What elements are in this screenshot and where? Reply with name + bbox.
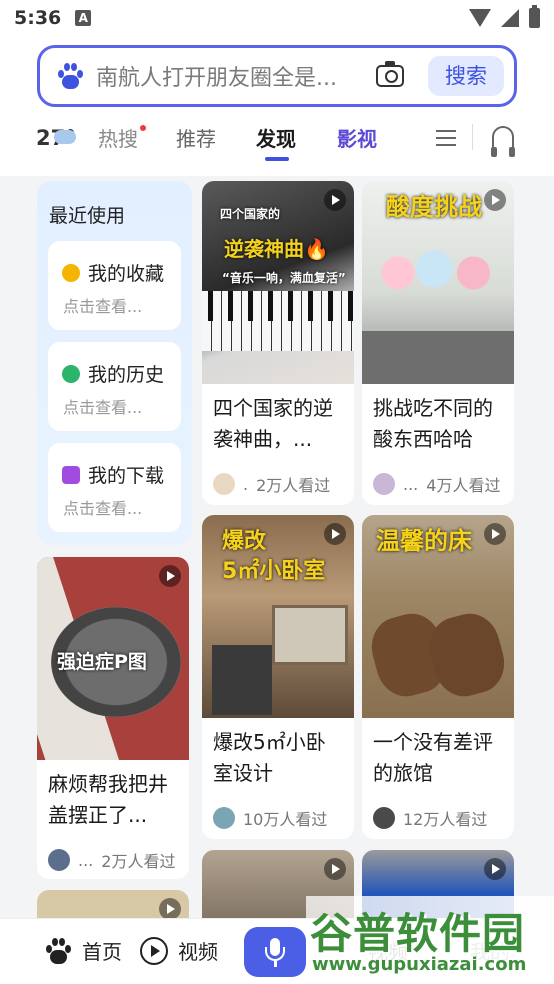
avatar — [213, 807, 235, 829]
nav-video-label: 视频 — [178, 940, 218, 964]
tab-recommend[interactable]: 推荐 — [176, 123, 216, 152]
wifi-icon — [469, 9, 491, 27]
battery-icon — [529, 5, 540, 28]
card-title: 爆改5㎡小卧室设计 — [213, 730, 326, 785]
download-icon — [62, 466, 80, 484]
author-name: ... — [403, 474, 419, 494]
tab-hot-search[interactable]: 热搜 — [98, 123, 138, 152]
baidu-paw-icon — [44, 937, 72, 965]
play-icon — [324, 189, 346, 211]
recent-item-favorites[interactable]: 我的收藏 点击查看... — [48, 241, 181, 330]
nav-home[interactable]: 首页 — [44, 936, 122, 965]
play-icon — [159, 565, 181, 587]
star-icon — [62, 264, 80, 282]
thumbnail-caption: 爆改 — [222, 529, 267, 554]
recent-item-sub: 点击查看... — [63, 297, 143, 316]
camera-icon[interactable] — [376, 61, 404, 87]
video-thumbnail[interactable]: 爆改 5㎡小卧室 — [202, 515, 354, 718]
baidu-paw-icon — [56, 62, 84, 90]
thumbnail-caption: 温馨的床 — [376, 527, 472, 555]
clock-icon — [62, 365, 80, 383]
play-icon — [159, 898, 181, 920]
card-title: 一个没有差评的旅馆 — [373, 730, 493, 785]
thumbnail-caption: 四个国家的 — [220, 207, 281, 221]
nav-video[interactable]: 视频 — [140, 936, 218, 965]
recent-item-history[interactable]: 我的历史 点击查看... — [48, 342, 181, 431]
watermark: 谷普软件园 www.gupuxiazai.com — [306, 896, 554, 984]
card-title: 麻烦帮我把井盖摆正了... — [48, 772, 168, 827]
watermark-brand: 谷普软件园 — [310, 909, 526, 958]
view-count: 2万人看过 — [256, 476, 331, 495]
tab-film[interactable]: 影视 — [337, 123, 377, 152]
feed-card[interactable]: 四个国家的 逆袭神曲🔥 “音乐一响，满血复活” 四个国家的逆袭神曲，... . … — [202, 181, 354, 505]
card-title: 挑战吃不同的酸东西哈哈 — [373, 396, 493, 451]
card-meta: 10万人看过 — [202, 794, 354, 836]
avatar — [48, 849, 70, 871]
play-circle-icon — [140, 936, 168, 965]
watermark-url: www.gupuxiazai.com — [312, 954, 527, 975]
thumbnail-caption: 强迫症P图 — [57, 651, 147, 673]
recent-item-downloads[interactable]: 我的下载 点击查看... — [48, 443, 181, 532]
recent-panel: 最近使用 我的收藏 点击查看... 我的历史 点击查看... 我的下载 点击查看… — [37, 181, 192, 545]
video-thumbnail[interactable]: 温馨的床 — [362, 515, 514, 718]
feed-card[interactable]: 温馨的床 一个没有差评的旅馆 12万人看过 — [362, 515, 514, 839]
header: 南航人打开朋友圈全是... 搜索 27° 热搜 推荐 发现 影视 — [0, 36, 554, 176]
recent-item-label: 我的收藏 — [88, 263, 165, 285]
video-thumbnail[interactable]: 四个国家的 逆袭神曲🔥 “音乐一响，满血复活” — [202, 181, 354, 384]
play-icon — [324, 523, 346, 545]
card-meta: . 2万人看过 — [202, 460, 354, 502]
active-tab-indicator — [265, 157, 289, 161]
avatar — [213, 473, 235, 495]
new-dot-badge — [140, 125, 146, 131]
avatar — [373, 807, 395, 829]
author-name: . — [243, 474, 249, 494]
thumbnail-caption: 酸度挑战 — [386, 193, 482, 221]
feed-card[interactable]: 酸度挑战 挑战吃不同的酸东西哈哈 ... 4万人看过 — [362, 181, 514, 505]
video-thumbnail[interactable]: 强迫症P图 — [37, 557, 189, 760]
status-time: 5:36 — [14, 7, 62, 29]
view-count: 10万人看过 — [243, 810, 328, 829]
recent-item-sub: 点击查看... — [63, 398, 143, 417]
feed-card[interactable]: 爆改 5㎡小卧室 爆改5㎡小卧室设计 10万人看过 — [202, 515, 354, 839]
avatar — [373, 473, 395, 495]
notification-a-icon: A — [75, 10, 92, 26]
thumbnail-caption: 5㎡小卧室 — [222, 559, 326, 584]
play-icon — [484, 858, 506, 880]
view-count: 2万人看过 — [101, 852, 176, 871]
menu-icon[interactable] — [436, 130, 456, 146]
card-title: 四个国家的逆袭神曲，... — [213, 396, 333, 451]
recent-title: 最近使用 — [49, 205, 126, 227]
card-meta: 12万人看过 — [362, 794, 514, 836]
voice-search-button[interactable] — [244, 927, 306, 977]
microphone-arc — [265, 947, 285, 961]
play-icon — [484, 189, 506, 211]
search-button[interactable]: 搜索 — [428, 56, 504, 96]
recent-item-label: 我的下载 — [88, 465, 165, 487]
recent-item-sub: 点击查看... — [63, 499, 143, 518]
view-count: 4万人看过 — [426, 476, 501, 495]
thumbnail-caption: “音乐一响，满血复活” — [222, 271, 346, 285]
nav-home-label: 首页 — [82, 940, 122, 964]
search-bar[interactable]: 南航人打开朋友圈全是... 搜索 — [37, 45, 517, 107]
top-tabs: 27° 热搜 推荐 发现 影视 — [0, 120, 554, 164]
recent-item-label: 我的历史 — [88, 364, 165, 386]
card-meta: ... 4万人看过 — [362, 460, 514, 502]
search-input[interactable]: 南航人打开朋友圈全是... — [96, 60, 362, 92]
video-thumbnail[interactable]: 酸度挑战 — [362, 181, 514, 384]
headphones-icon[interactable] — [491, 126, 515, 157]
view-count: 12万人看过 — [403, 810, 488, 829]
tab-discover[interactable]: 发现 — [256, 123, 296, 152]
microphone-stem — [274, 961, 277, 967]
author-name: ... — [78, 850, 94, 870]
thumbnail-caption: 逆袭神曲🔥 — [224, 237, 329, 261]
cloud-icon — [54, 130, 76, 144]
play-icon — [324, 858, 346, 880]
status-bar: 5:36 A — [0, 0, 554, 36]
divider — [472, 124, 473, 150]
cell-signal-icon — [501, 9, 519, 27]
card-meta: ... 2万人看过 — [37, 836, 189, 878]
feed-card[interactable]: 强迫症P图 麻烦帮我把井盖摆正了... ... 2万人看过 — [37, 557, 189, 879]
play-icon — [484, 523, 506, 545]
